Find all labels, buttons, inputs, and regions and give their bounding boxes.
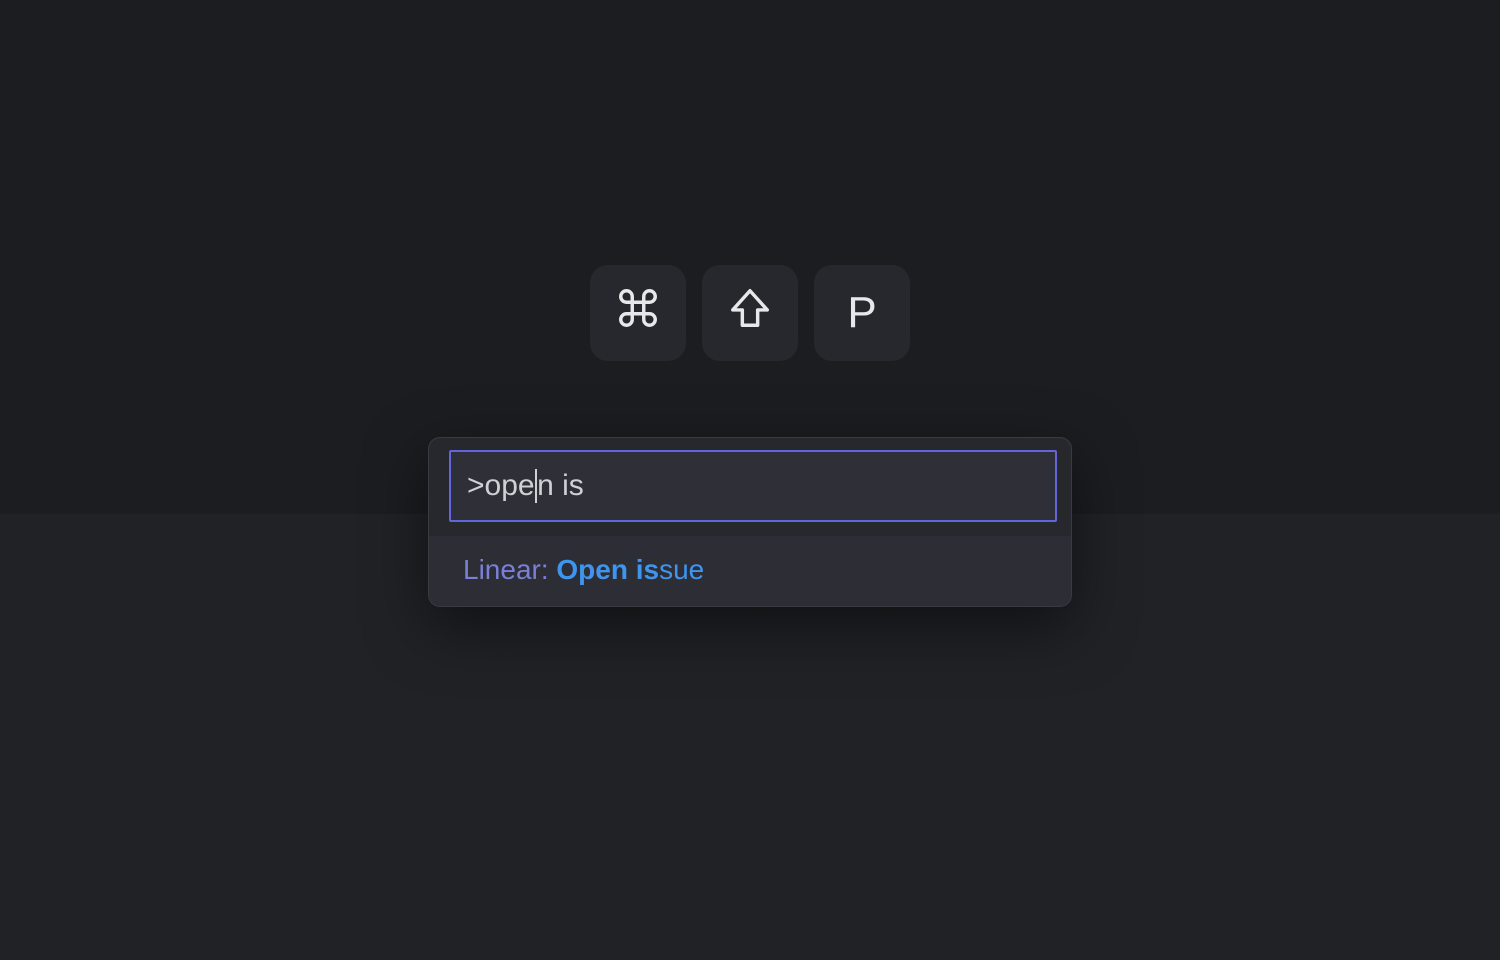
command-input[interactable]: [449, 450, 1057, 522]
shift-icon: [727, 285, 773, 342]
result-match: Open is: [556, 554, 659, 585]
result-rest: sue: [659, 554, 704, 585]
keyboard-shortcut-display: P: [590, 265, 910, 361]
command-input-wrapper[interactable]: >open is: [449, 450, 1057, 522]
p-key: P: [814, 265, 910, 361]
command-results: Linear: Open issue: [429, 536, 1071, 606]
result-prefix: Linear:: [463, 554, 556, 585]
command-result-item[interactable]: Linear: Open issue: [429, 536, 1071, 606]
command-palette: >open is Linear: Open issue: [428, 437, 1072, 607]
command-icon: [615, 285, 661, 342]
command-key: [590, 265, 686, 361]
key-label: P: [847, 288, 876, 338]
shift-key: [702, 265, 798, 361]
